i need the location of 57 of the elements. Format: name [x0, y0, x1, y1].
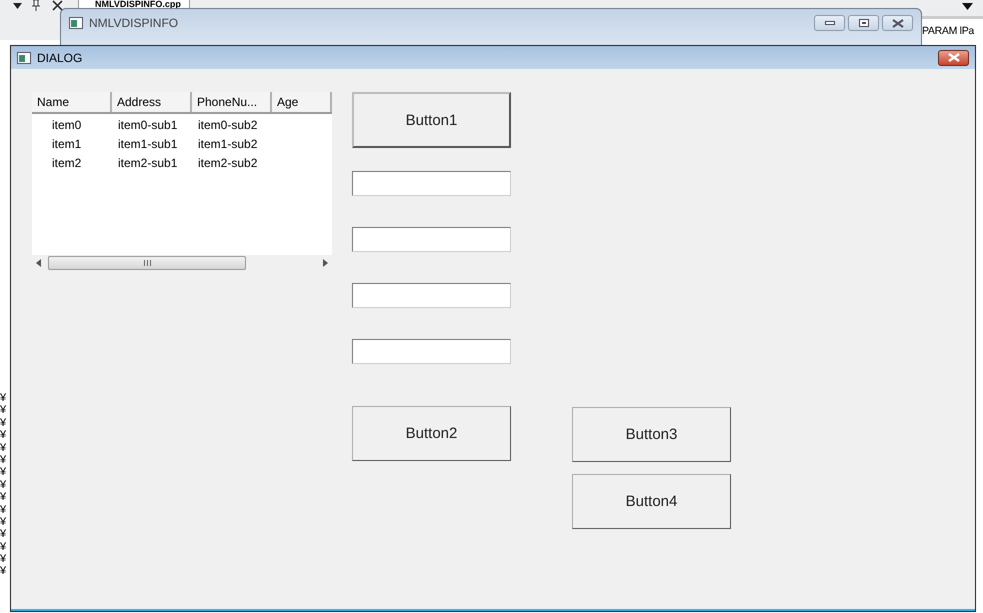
- minimize-icon: [824, 21, 834, 25]
- code-text: ¥: [0, 466, 8, 479]
- table-cell: item2: [52, 156, 82, 170]
- close-button[interactable]: [882, 15, 913, 31]
- column-header[interactable]: Name: [32, 92, 112, 112]
- maximize-button[interactable]: [848, 15, 879, 31]
- maximize-icon: [858, 19, 868, 27]
- close-icon: [892, 18, 904, 28]
- button[interactable]: Button1: [352, 92, 511, 148]
- window-title: NMLVDISPINFO: [89, 16, 178, 30]
- grip-icon: [142, 260, 152, 266]
- code-text: ¥: [0, 565, 8, 578]
- dropdown-icon[interactable]: [13, 3, 22, 9]
- close-icon[interactable]: [52, 0, 63, 11]
- input-field[interactable]: [352, 171, 511, 196]
- button[interactable]: Button4: [572, 474, 731, 529]
- code-text: ¥: [0, 442, 8, 454]
- code-text: ¥: [0, 516, 8, 528]
- code-text: ¥: [0, 504, 8, 516]
- code-text: ¥: [0, 392, 8, 404]
- window-title: DIALOG: [37, 50, 82, 64]
- column-header[interactable]: Address: [112, 92, 192, 112]
- table-cell: item2-sub1: [118, 156, 178, 170]
- close-icon: [946, 53, 960, 62]
- app-icon: [69, 17, 83, 29]
- table-cell: item2-sub2: [198, 156, 258, 170]
- table-cell: item0: [52, 118, 82, 132]
- close-button[interactable]: [938, 50, 969, 66]
- button[interactable]: Button2: [352, 406, 511, 461]
- code-text: ¥: [0, 553, 8, 566]
- input-field[interactable]: [352, 339, 511, 364]
- right-arrow-icon[interactable]: [322, 258, 328, 266]
- code-text: ¥: [0, 528, 8, 541]
- code-text: ¥: [0, 404, 8, 417]
- app-icon: [17, 52, 31, 64]
- column-header[interactable]: PhoneNu...: [192, 92, 272, 112]
- code-text: ¥: [0, 416, 8, 430]
- input-field[interactable]: [352, 283, 511, 308]
- column-header[interactable]: Age: [272, 92, 332, 112]
- minimize-button[interactable]: [814, 15, 845, 31]
- code-text: PARAM lPa: [922, 25, 974, 37]
- left-arrow-icon[interactable]: [36, 258, 42, 266]
- pin-icon[interactable]: [31, 0, 41, 11]
- code-text: ¥: [0, 491, 8, 504]
- code-text: ¥: [0, 429, 8, 442]
- code-text: ¥: [0, 478, 8, 492]
- code-text: ¥: [0, 454, 8, 466]
- table-cell: item1-sub2: [198, 136, 258, 150]
- list-view[interactable]: Name Address PhoneNu... Age item0 item0-sub1 item0-sub2 item1 item1-sub1 item1-sub2 item2 item2-sub1 item2-sub2: [32, 92, 332, 270]
- table-cell: item0-sub1: [118, 118, 178, 132]
- input-field[interactable]: [352, 227, 511, 252]
- table-cell: item1-sub1: [118, 136, 178, 150]
- button[interactable]: Button3: [572, 407, 731, 462]
- table-cell: item0-sub2: [198, 118, 258, 132]
- table-cell: item1: [52, 136, 82, 150]
- dropdown-icon[interactable]: [962, 3, 973, 10]
- code-text: ¥: [0, 540, 8, 554]
